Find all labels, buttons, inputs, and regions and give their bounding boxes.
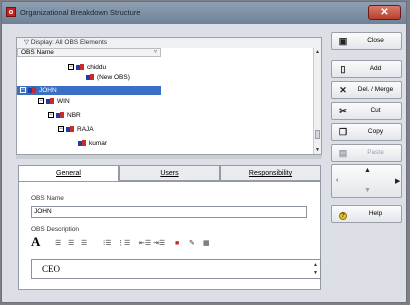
tab-users[interactable]: Users: [119, 165, 220, 181]
obs-node-icon: [76, 63, 84, 71]
font-icon[interactable]: A: [31, 235, 40, 248]
tab-general[interactable]: General: [18, 165, 119, 182]
help-icon: ?: [338, 209, 348, 220]
description-scroll-icon[interactable]: ▲ ▼: [313, 261, 318, 277]
obs-description-label: OBS Description: [31, 226, 80, 233]
color-picker-icon[interactable]: ■: [175, 238, 179, 250]
obs-node-icon: [28, 86, 36, 94]
panel-splitter[interactable]: [16, 155, 322, 159]
tree-row[interactable]: − chiddu: [68, 63, 106, 72]
button-label: Copy: [367, 128, 384, 135]
column-header-obs-name[interactable]: OBS Name ▿: [17, 48, 161, 57]
paste-button[interactable]: ▤ Paste: [331, 144, 402, 162]
title-bar[interactable]: Organizational Breakdown Structure ✕: [2, 2, 406, 24]
button-label: Cut: [370, 107, 381, 114]
obs-node-icon: [78, 139, 86, 147]
align-left-icon[interactable]: ☰: [55, 238, 61, 250]
window-title: Organizational Breakdown Structure: [20, 8, 141, 17]
scroll-thumb[interactable]: [315, 130, 320, 139]
tree-scrollbar[interactable]: ▲ ▼: [313, 48, 321, 154]
scroll-down-icon[interactable]: ▼: [315, 147, 320, 153]
format-toolbar: A ☰ ☰ ☰ ⁝☰ ⋮☰ ⇤☰ ⇥☰ ■ ✎ ▦: [31, 235, 271, 250]
paste-icon: ▤: [338, 148, 348, 158]
align-center-icon[interactable]: ☰: [68, 238, 74, 250]
table-icon[interactable]: ▦: [203, 238, 210, 250]
cut-button[interactable]: ✂ Cut: [331, 102, 402, 120]
tab-responsibility[interactable]: Responsibility: [220, 165, 321, 181]
obs-name-label: OBS Name: [31, 195, 64, 202]
tree-row-label: kumar: [89, 140, 108, 147]
obs-node-icon: [86, 73, 94, 81]
filter-chevron-icon: ▽: [24, 39, 29, 46]
numbered-list-icon[interactable]: ⋮☰: [117, 238, 130, 250]
close-dialog-icon: ▣: [338, 36, 348, 46]
collapse-icon[interactable]: −: [48, 112, 54, 119]
button-label: Help: [368, 210, 383, 217]
column-header-label: OBS Name: [21, 49, 54, 56]
del-merge-button[interactable]: ✕ Del. / Merge: [331, 81, 402, 99]
tree-row-label: NBR: [67, 112, 81, 119]
tree-row[interactable]: (New OBS): [86, 73, 130, 82]
tab-label: Responsibility: [248, 170, 293, 177]
button-label: Del. / Merge: [357, 86, 394, 93]
copy-button[interactable]: ❐ Copy: [331, 123, 402, 141]
scissors-icon: ✂: [339, 106, 347, 116]
new-document-icon: ▯: [340, 64, 346, 74]
button-label: Close: [367, 37, 384, 44]
tree-row-label: chiddu: [87, 64, 107, 71]
close-icon: ✕: [380, 7, 389, 18]
obs-node-icon: [66, 125, 74, 133]
copy-icon: ❐: [338, 127, 348, 137]
tree-row-label: RAJA: [77, 126, 94, 133]
tree-row-label: WIN: [57, 98, 70, 105]
tree-row[interactable]: kumar: [78, 139, 107, 148]
move-left-icon[interactable]: ‹: [336, 177, 338, 184]
help-button[interactable]: ? Help: [331, 205, 402, 223]
collapse-icon[interactable]: −: [20, 87, 26, 94]
obs-node-icon: [46, 97, 54, 105]
window-close-button[interactable]: ✕: [368, 5, 401, 20]
tree-row[interactable]: − RAJA: [58, 125, 94, 134]
scroll-up-icon[interactable]: ▲: [315, 49, 320, 55]
move-down-icon[interactable]: ▼: [364, 187, 371, 194]
collapse-icon[interactable]: −: [68, 64, 74, 71]
obs-description-editor[interactable]: CEO ▲ ▼: [31, 259, 321, 279]
tree-row[interactable]: − WIN: [38, 97, 70, 106]
tree-row[interactable]: − NBR: [48, 111, 81, 120]
obs-tree: ▽ Display: All OBS Elements OBS Name ▿ −…: [16, 37, 322, 155]
add-button[interactable]: ▯ Add: [331, 60, 402, 78]
collapse-icon[interactable]: −: [38, 98, 44, 105]
obs-name-field[interactable]: JOHN: [31, 206, 307, 218]
close-button[interactable]: ▣ Close: [331, 32, 402, 50]
move-right-icon[interactable]: ▶: [395, 177, 400, 185]
tab-label: General: [56, 170, 81, 177]
filter-label: Display: All OBS Elements: [30, 39, 108, 46]
highlight-pen-icon[interactable]: ✎: [189, 238, 195, 250]
tree-row-selected[interactable]: − JOHN: [17, 86, 161, 95]
app-icon: [6, 7, 16, 17]
detail-tabs: General Users Responsibility: [18, 165, 321, 182]
obs-node-icon: [56, 111, 64, 119]
button-label: Add: [369, 65, 382, 72]
obs-dialog: Organizational Breakdown Structure ✕ ▽ D…: [1, 1, 407, 303]
button-label: Paste: [367, 149, 384, 156]
tree-row-label: (New OBS): [97, 74, 130, 81]
move-up-icon[interactable]: ▲: [364, 167, 371, 174]
tab-label: Users: [160, 170, 179, 177]
outdent-icon[interactable]: ⇤☰: [139, 238, 151, 250]
general-panel: OBS Name JOHN OBS Description A ☰ ☰ ☰ ⁝☰…: [18, 181, 321, 290]
indent-icon[interactable]: ⇥☰: [153, 238, 165, 250]
collapse-icon[interactable]: −: [58, 126, 64, 133]
display-filter[interactable]: ▽ Display: All OBS Elements: [17, 38, 321, 48]
sort-icon: ▿: [153, 49, 157, 55]
description-text: CEO: [42, 264, 60, 274]
tree-row-label: JOHN: [39, 87, 57, 94]
align-right-icon[interactable]: ☰: [81, 238, 87, 250]
delete-x-icon: ✕: [339, 85, 347, 95]
bullet-list-icon[interactable]: ⁝☰: [103, 238, 112, 250]
move-arrows: ▲ ‹ ▶ ▼: [331, 164, 402, 198]
